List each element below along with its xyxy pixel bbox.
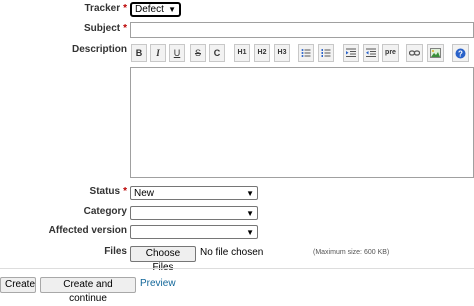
italic-button[interactable]: I [150, 44, 166, 62]
affected-version-select[interactable]: ▼ [130, 225, 258, 239]
unordered-list-button[interactable] [298, 44, 314, 62]
code-button[interactable]: C [209, 44, 225, 62]
bullet-list-icon [301, 49, 311, 57]
category-label: Category [83, 206, 127, 217]
chevron-down-icon: ▼ [246, 209, 254, 218]
tracker-label: Tracker * [84, 3, 128, 14]
numbered-list-icon [321, 49, 331, 57]
form-divider [0, 268, 474, 269]
strikethrough-button[interactable]: S [190, 44, 206, 62]
tracker-select[interactable]: Defect ▼ [130, 2, 181, 17]
svg-text:?: ? [458, 50, 463, 59]
heading-1-button[interactable]: H1 [234, 44, 250, 62]
description-textarea[interactable] [130, 67, 474, 178]
link-button[interactable] [406, 44, 423, 62]
heading-3-button[interactable]: H3 [274, 44, 290, 62]
preview-link[interactable]: Preview [140, 278, 176, 289]
help-button[interactable]: ? [452, 44, 469, 62]
create-button[interactable]: Create [0, 277, 36, 293]
preformatted-button[interactable]: pre [382, 44, 399, 62]
file-status-text: No file chosen [200, 247, 264, 258]
bold-button[interactable]: B [131, 44, 147, 62]
chevron-down-icon: ▼ [168, 5, 176, 14]
required-marker: * [123, 3, 127, 14]
indent-button[interactable] [343, 44, 359, 62]
link-icon [409, 50, 420, 56]
chevron-down-icon: ▼ [246, 228, 254, 237]
indent-icon [346, 48, 356, 57]
heading-2-button[interactable]: H2 [254, 44, 270, 62]
underline-button[interactable]: U [169, 44, 185, 62]
image-button[interactable] [427, 44, 444, 62]
subject-input[interactable] [130, 22, 474, 38]
image-icon [430, 48, 441, 58]
choose-files-button[interactable]: Choose Files [130, 246, 196, 273]
affected-version-label: Affected version [48, 225, 127, 236]
ordered-list-button[interactable] [318, 44, 334, 62]
required-marker: * [123, 23, 127, 34]
description-label: Description [71, 44, 127, 55]
outdent-button[interactable] [363, 44, 379, 62]
status-select-value: New [134, 188, 155, 199]
help-icon: ? [455, 48, 466, 59]
create-and-continue-button[interactable]: Create and continue [40, 277, 136, 304]
chevron-down-icon: ▼ [246, 189, 254, 198]
status-label: Status * [89, 186, 127, 197]
subject-label: Subject * [83, 23, 127, 34]
tracker-select-value: Defect [135, 4, 164, 15]
required-marker: * [123, 186, 127, 197]
files-label: Files [104, 246, 127, 257]
outdent-icon [366, 48, 376, 57]
max-size-hint: (Maximum size: 600 KB) [313, 249, 390, 256]
status-select[interactable]: New ▼ [130, 186, 258, 200]
category-select[interactable]: ▼ [130, 206, 258, 220]
